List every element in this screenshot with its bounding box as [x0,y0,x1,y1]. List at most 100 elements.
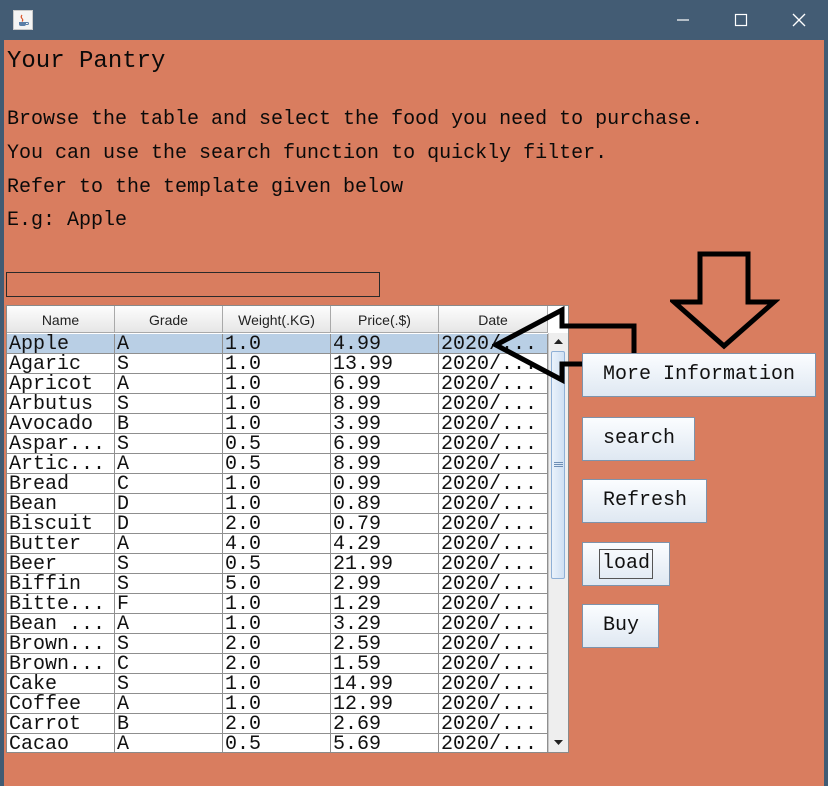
load-button-label: load [599,549,654,579]
food-table[interactable]: Name Grade Weight(.KG) Price(.$) Date Ap… [6,305,569,753]
table-cell-grade: C [115,654,223,674]
table-cell-grade: D [115,494,223,514]
table-row[interactable]: Coffee A 1.0 12.99 2020/... [7,694,548,714]
table-row[interactable]: Apricot A 1.0 6.99 2020/... [7,374,548,394]
table-cell-date: 2020/... [439,734,548,752]
table-cell-weight: 1.0 [223,494,331,514]
java-app-icon[interactable] [13,10,33,30]
instruction-line-2: You can use the search function to quick… [7,142,608,165]
table-row[interactable]: Avocado B 1.0 3.99 2020/... [7,414,548,434]
table-cell-date: 2020/... [439,714,548,734]
load-button[interactable]: load [582,542,670,586]
table-cell-date: 2020/... [439,414,548,434]
search-input[interactable] [6,272,380,297]
page-title: Your Pantry [7,48,166,75]
maximize-button[interactable] [712,0,770,40]
table-cell-weight: 2.0 [223,714,331,734]
table-cell-name: Bean ... [7,614,115,634]
table-cell-date: 2020/... [439,434,548,454]
table-cell-name: Apple [7,334,115,354]
table-cell-price: 0.79 [331,514,439,534]
table-cell-grade: F [115,594,223,614]
table-cell-date: 2020/... [439,454,548,474]
table-cell-name: Bitte... [7,594,115,614]
table-row[interactable]: Brown... C 2.0 1.59 2020/... [7,654,548,674]
table-row[interactable]: Bean ... A 1.0 3.29 2020/... [7,614,548,634]
table-cell-name: Cacao [7,734,115,752]
table-row[interactable]: Agaric S 1.0 13.99 2020/... [7,354,548,374]
table-row[interactable]: Aspar... S 0.5 6.99 2020/... [7,434,548,454]
table-row[interactable]: Apple A 1.0 4.99 2020/... [7,334,548,354]
column-header-weight[interactable]: Weight(.KG) [223,306,331,333]
table-cell-grade: B [115,414,223,434]
table-cell-grade: A [115,694,223,714]
table-row[interactable]: Bean D 1.0 0.89 2020/... [7,494,548,514]
buy-button[interactable]: Buy [582,604,659,648]
table-cell-date: 2020/... [439,514,548,534]
table-cell-price: 3.29 [331,614,439,634]
table-row[interactable]: Artic... A 0.5 8.99 2020/... [7,454,548,474]
table-cell-grade: A [115,534,223,554]
table-row[interactable]: Cake S 1.0 14.99 2020/... [7,674,548,694]
table-cell-grade: A [115,374,223,394]
refresh-button[interactable]: Refresh [582,479,707,523]
scroll-down-icon[interactable] [549,733,568,751]
table-cell-name: Butter [7,534,115,554]
table-cell-price: 8.99 [331,454,439,474]
table-cell-grade: B [115,714,223,734]
table-cell-grade: A [115,454,223,474]
table-row[interactable]: Bread C 1.0 0.99 2020/... [7,474,548,494]
table-row[interactable]: Brown... S 2.0 2.59 2020/... [7,634,548,654]
table-row[interactable]: Butter A 4.0 4.29 2020/... [7,534,548,554]
table-cell-price: 2.69 [331,714,439,734]
table-row[interactable]: Beer S 0.5 21.99 2020/... [7,554,548,574]
table-cell-weight: 0.5 [223,554,331,574]
more-information-button[interactable]: More Information [582,353,816,397]
table-row[interactable]: Arbutus S 1.0 8.99 2020/... [7,394,548,414]
table-header: Name Grade Weight(.KG) Price(.$) Date [7,306,548,334]
table-cell-name: Bread [7,474,115,494]
table-cell-weight: 1.0 [223,674,331,694]
table-cell-name: Aspar... [7,434,115,454]
table-cell-weight: 2.0 [223,654,331,674]
close-button[interactable] [770,0,828,40]
search-button[interactable]: search [582,417,695,461]
table-cell-price: 3.99 [331,414,439,434]
table-cell-weight: 1.0 [223,414,331,434]
instruction-line-1: Browse the table and select the food you… [7,108,704,131]
table-cell-date: 2020/... [439,594,548,614]
table-cell-date: 2020/... [439,634,548,654]
table-row[interactable]: Cacao A 0.5 5.69 2020/... [7,734,548,752]
column-header-grade[interactable]: Grade [115,306,223,333]
vertical-scrollbar[interactable] [548,333,568,752]
table-cell-grade: S [115,574,223,594]
table-cell-date: 2020/... [439,474,548,494]
table-row[interactable]: Biffin S 5.0 2.99 2020/... [7,574,548,594]
table-cell-grade: C [115,474,223,494]
table-cell-grade: S [115,394,223,414]
table-row[interactable]: Biscuit D 2.0 0.79 2020/... [7,514,548,534]
minimize-button[interactable] [654,0,712,40]
table-cell-name: Avocado [7,414,115,434]
table-cell-weight: 1.0 [223,354,331,374]
table-cell-name: Apricot [7,374,115,394]
table-cell-price: 8.99 [331,394,439,414]
table-cell-date: 2020/... [439,574,548,594]
table-cell-date: 2020/... [439,614,548,634]
table-cell-weight: 2.0 [223,634,331,654]
table-cell-weight: 1.0 [223,614,331,634]
table-cell-name: Brown... [7,654,115,674]
table-cell-name: Agaric [7,354,115,374]
column-header-price[interactable]: Price(.$) [331,306,439,333]
table-cell-name: Artic... [7,454,115,474]
table-cell-price: 21.99 [331,554,439,574]
table-row[interactable]: Carrot B 2.0 2.69 2020/... [7,714,548,734]
table-cell-weight: 1.0 [223,394,331,414]
table-cell-name: Bean [7,494,115,514]
table-row[interactable]: Bitte... F 1.0 1.29 2020/... [7,594,548,614]
table-cell-price: 1.59 [331,654,439,674]
table-cell-weight: 1.0 [223,334,331,354]
instruction-line-3: Refer to the template given below [7,176,404,199]
column-header-name[interactable]: Name [7,306,115,333]
table-cell-price: 12.99 [331,694,439,714]
